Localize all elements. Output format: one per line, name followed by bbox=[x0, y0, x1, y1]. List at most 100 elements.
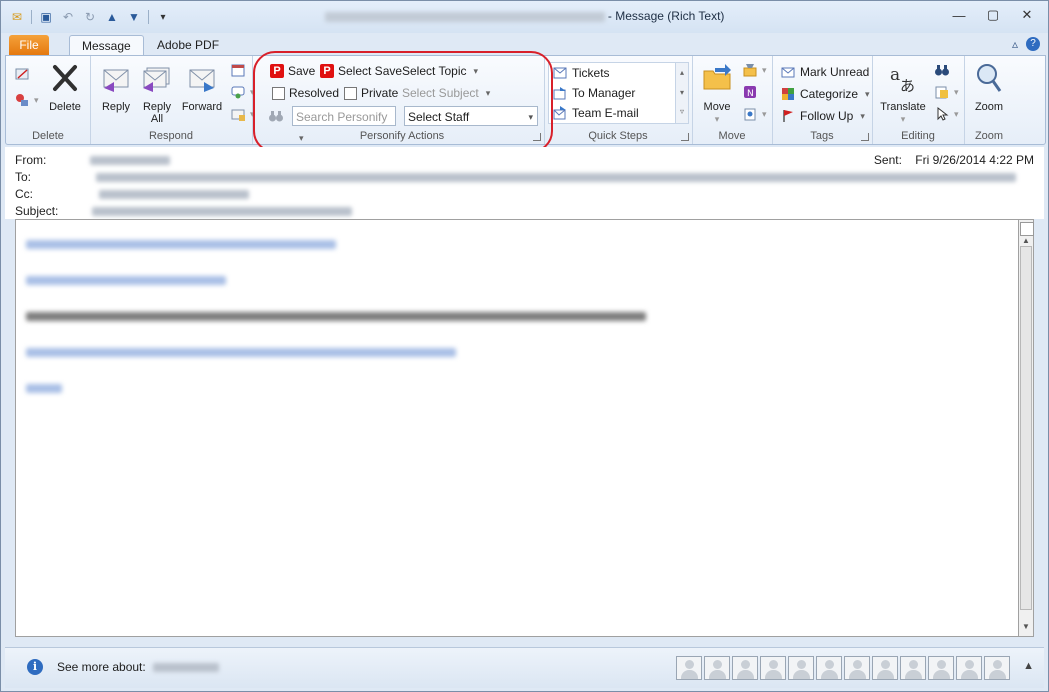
close-button[interactable]: ✕ bbox=[1010, 5, 1044, 25]
reading-options-icon[interactable] bbox=[1020, 222, 1034, 236]
body-line-blurred bbox=[26, 348, 456, 357]
flag-icon bbox=[783, 110, 793, 122]
meeting-icon bbox=[231, 64, 245, 77]
categorize-button[interactable]: Categorize bbox=[780, 86, 870, 102]
forward-button[interactable]: Forward bbox=[180, 62, 224, 113]
message-body[interactable] bbox=[15, 219, 1019, 637]
reply-all-button[interactable]: Reply All bbox=[138, 62, 176, 125]
quickstep-label: To Manager bbox=[572, 86, 636, 100]
sent-value: Fri 9/26/2014 4:22 PM bbox=[915, 153, 1034, 167]
see-more-about: See more about: bbox=[57, 660, 220, 674]
reply-label: Reply bbox=[101, 101, 131, 113]
body-line-blurred bbox=[26, 240, 336, 249]
actions-button[interactable]: ▾ bbox=[742, 106, 767, 122]
forward-label: Forward bbox=[181, 101, 223, 113]
svg-text:N: N bbox=[747, 89, 754, 99]
group-respond-label: Respond bbox=[148, 130, 194, 142]
body-line-blurred bbox=[26, 276, 226, 285]
avatar[interactable] bbox=[928, 656, 954, 680]
magnifier-icon bbox=[977, 64, 1002, 92]
forward-icon bbox=[189, 69, 215, 92]
avatar[interactable] bbox=[760, 656, 786, 680]
avatar[interactable] bbox=[900, 656, 926, 680]
message-header: From: To: Cc: Subject: Sent: Fri 9/26/20… bbox=[5, 147, 1044, 219]
to-value-blurred[interactable] bbox=[96, 173, 1017, 183]
minimize-button[interactable]: — bbox=[942, 5, 976, 25]
delete-button[interactable]: Delete bbox=[46, 62, 84, 113]
rules-icon bbox=[743, 64, 757, 77]
see-more-person-blurred[interactable] bbox=[153, 663, 220, 673]
ignore-button[interactable] bbox=[14, 66, 30, 82]
window-title: - Message (Rich Text) bbox=[1, 9, 1048, 23]
group-editing: aあ Translate ▾ ▾ ▾ Editing bbox=[872, 56, 965, 144]
im-button[interactable]: ▾ bbox=[230, 84, 255, 100]
avatar[interactable] bbox=[984, 656, 1010, 680]
maximize-button[interactable]: ▢ bbox=[976, 5, 1010, 25]
translate-icon: aあ bbox=[890, 65, 915, 95]
tab-file[interactable]: File bbox=[9, 35, 49, 55]
mark-unread-button[interactable]: Mark Unread bbox=[780, 64, 869, 80]
avatar[interactable] bbox=[788, 656, 814, 680]
tab-adobe-pdf[interactable]: Adobe PDF bbox=[145, 35, 231, 55]
move-button[interactable]: Move ▾ bbox=[698, 62, 736, 125]
from-value-blurred[interactable] bbox=[89, 156, 170, 166]
quickstep-label: Team E-mail bbox=[572, 106, 639, 120]
dialog-launcher-icon[interactable] bbox=[861, 133, 869, 141]
meeting-button[interactable] bbox=[230, 62, 246, 78]
reply-all-label-2: All bbox=[150, 113, 164, 125]
avatar[interactable] bbox=[872, 656, 898, 680]
onenote-button[interactable]: N bbox=[742, 84, 758, 100]
avatar[interactable] bbox=[676, 656, 702, 680]
dialog-launcher-icon[interactable] bbox=[681, 133, 689, 141]
select-button[interactable]: ▾ bbox=[934, 106, 959, 122]
sent-info: Sent: Fri 9/26/2014 4:22 PM bbox=[874, 153, 1034, 167]
expand-gallery-icon[interactable]: ▿ bbox=[676, 103, 688, 121]
help-icon[interactable]: ? bbox=[1026, 37, 1040, 51]
to-label: To: bbox=[15, 170, 32, 184]
quickstep-team-email[interactable]: Team E-mail bbox=[552, 105, 639, 121]
zoom-label: Zoom bbox=[974, 101, 1004, 113]
related-button[interactable]: ▾ bbox=[934, 84, 959, 100]
follow-up-label: Follow Up bbox=[800, 109, 854, 123]
zoom-button[interactable]: Zoom bbox=[970, 62, 1008, 113]
svg-text:あ: あ bbox=[900, 77, 915, 94]
avatar[interactable] bbox=[816, 656, 842, 680]
translate-button[interactable]: aあ Translate ▾ bbox=[878, 62, 928, 125]
binoculars-icon bbox=[935, 65, 949, 76]
avatar[interactable] bbox=[844, 656, 870, 680]
scroll-thumb[interactable] bbox=[1020, 246, 1032, 610]
group-move-label: Move bbox=[718, 130, 746, 142]
quickstep-to-manager[interactable]: To Manager bbox=[552, 85, 635, 101]
categorize-label: Categorize bbox=[800, 87, 859, 101]
avatar[interactable] bbox=[956, 656, 982, 680]
rules-button[interactable]: ▾ bbox=[742, 62, 767, 78]
scroll-down-arrow-icon[interactable]: ▼ bbox=[1021, 622, 1031, 632]
quickstep-label: Tickets bbox=[572, 66, 610, 80]
quickstep-tickets[interactable]: Tickets bbox=[552, 65, 610, 81]
body-vertical-scrollbar[interactable]: ▲ ▼ bbox=[1018, 219, 1034, 637]
expand-people-pane-icon[interactable]: ▲ bbox=[1023, 660, 1034, 672]
group-quick-steps-label: Quick Steps bbox=[588, 130, 648, 142]
quick-steps-scrollbar[interactable]: ▴ ▾ ▿ bbox=[675, 62, 689, 124]
reply-button[interactable]: Reply bbox=[98, 62, 134, 113]
follow-up-button[interactable]: Follow Up bbox=[780, 108, 865, 124]
scroll-up-icon[interactable]: ▴ bbox=[676, 63, 688, 83]
mark-unread-label: Mark Unread bbox=[800, 65, 870, 79]
find-button[interactable] bbox=[934, 62, 950, 78]
move-folder-icon bbox=[703, 64, 731, 90]
to-row: To: bbox=[15, 170, 1017, 184]
tickets-icon bbox=[553, 67, 567, 79]
tab-message[interactable]: Message bbox=[69, 35, 144, 56]
reply-all-label-1: Reply bbox=[142, 101, 172, 113]
related-icon bbox=[935, 86, 948, 99]
subject-label: Subject: bbox=[15, 204, 59, 218]
avatar[interactable] bbox=[704, 656, 730, 680]
scroll-down-icon[interactable]: ▾ bbox=[676, 83, 688, 103]
minimize-ribbon-icon[interactable]: ▵ bbox=[1012, 37, 1018, 51]
cleanup-button[interactable]: ▾ bbox=[14, 92, 39, 108]
actions-icon bbox=[744, 108, 756, 121]
avatar[interactable] bbox=[732, 656, 758, 680]
scroll-up-arrow-icon[interactable]: ▲ bbox=[1021, 236, 1031, 246]
more-respond-button[interactable]: ▾ bbox=[230, 106, 255, 122]
cc-value-blurred[interactable] bbox=[99, 190, 250, 200]
